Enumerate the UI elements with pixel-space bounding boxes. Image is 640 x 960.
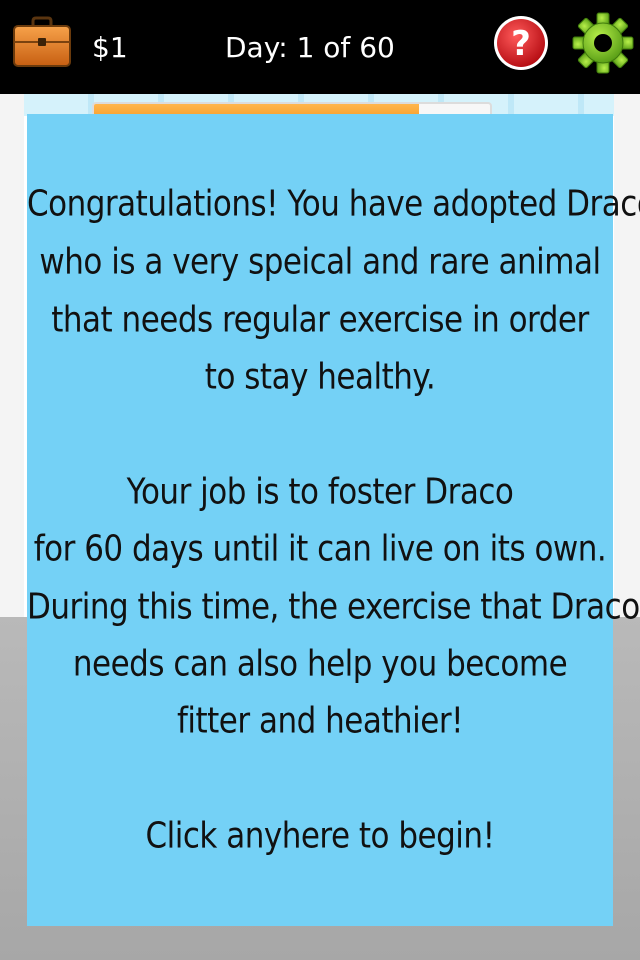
start-prompt: Click anyhere to begin!: [145, 815, 495, 857]
right-wall: [614, 94, 640, 619]
intro-line: During this time, the exercise that Drac…: [27, 586, 640, 628]
game-screen: $1 Day: 1 of 60 ? Congratulations! You h…: [0, 0, 640, 960]
top-bar: $1 Day: 1 of 60 ?: [0, 0, 640, 94]
money-label: $1: [92, 31, 128, 64]
help-glyph: ?: [511, 24, 531, 64]
help-icon: ?: [494, 16, 548, 70]
intro-line: for 60 days until it can live on its own…: [33, 528, 607, 570]
briefcase-icon: [13, 16, 71, 67]
settings-button[interactable]: [572, 12, 634, 74]
intro-line: Congratulations! You have adopted Draco: [27, 183, 640, 225]
intro-line: needs can also help you become: [72, 643, 568, 685]
left-wall: [0, 94, 24, 619]
intro-line: Your job is to foster Draco: [126, 471, 514, 513]
help-button[interactable]: ?: [492, 14, 550, 72]
intro-line: that needs regular exercise in order: [51, 299, 589, 341]
intro-line: to stay healthy.: [204, 356, 436, 398]
gear-icon: [572, 12, 634, 74]
intro-line: who is a very speical and rare animal: [39, 241, 601, 283]
intro-line: fitter and heathier!: [176, 700, 464, 742]
day-counter: Day: 1 of 60: [225, 31, 395, 64]
intro-dialog[interactable]: Congratulations! You have adopted Draco …: [27, 114, 640, 926]
briefcase-button[interactable]: [12, 16, 72, 68]
